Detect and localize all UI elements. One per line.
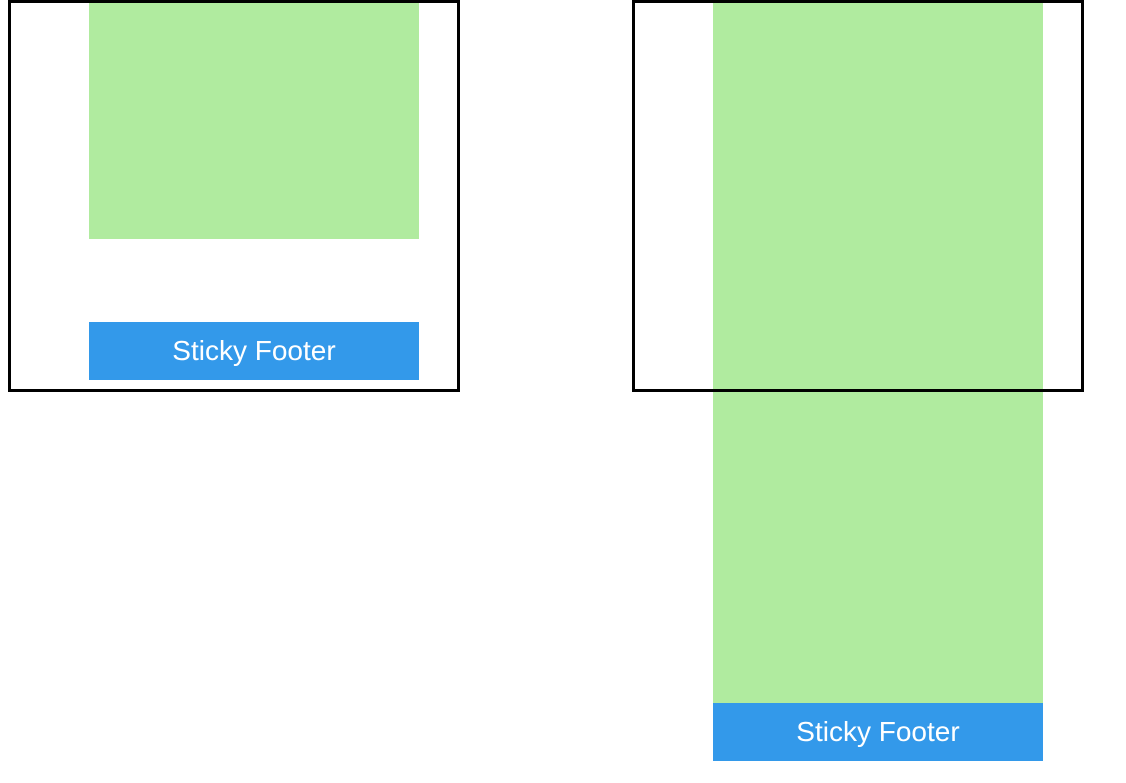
- footer-label-right: Sticky Footer: [796, 716, 959, 748]
- footer-label-left: Sticky Footer: [172, 335, 335, 367]
- content-area-right: [713, 3, 1043, 703]
- sticky-footer-right: Sticky Footer: [713, 703, 1043, 761]
- content-area-left: [89, 3, 419, 239]
- sticky-footer-left: Sticky Footer: [89, 322, 419, 380]
